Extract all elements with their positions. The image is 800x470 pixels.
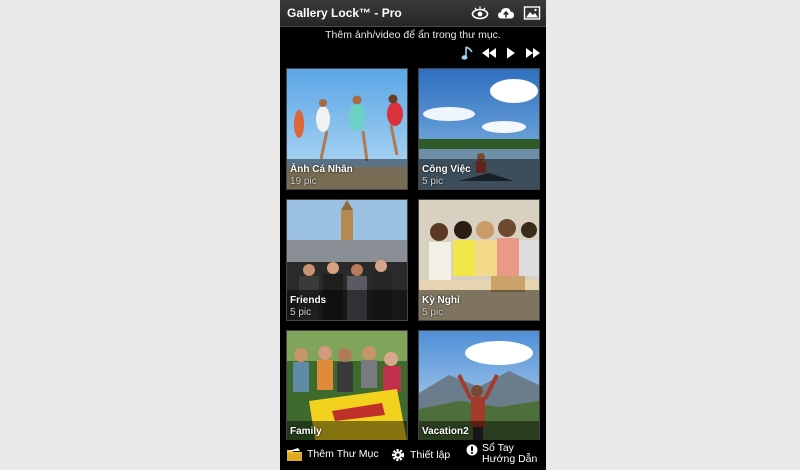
settings-button[interactable]: Thiết lập — [390, 447, 450, 463]
album-name: Family — [290, 426, 322, 437]
guide-label-line2: Hướng Dẫn — [482, 453, 538, 465]
album-tile[interactable]: Vacation2 — [418, 330, 540, 442]
cloud-upload-icon[interactable] — [497, 4, 515, 22]
album-tile[interactable]: Ảnh Cá Nhân 19 pic — [286, 68, 408, 190]
title-bar: Gallery Lock™ - Pro — [280, 0, 546, 27]
eye-icon[interactable] — [471, 4, 489, 22]
next-icon[interactable] — [525, 44, 541, 62]
bottom-bar: Thêm Thư Mục Thiết lập Sổ Tay Hướng Dẫn — [280, 440, 546, 470]
album-name: Công Việc — [422, 164, 471, 175]
add-folder-label: Thêm Thư Mục — [307, 448, 379, 460]
album-tile[interactable]: Kỳ Nghỉ 5 pic — [418, 199, 540, 321]
hint-text: Thêm ảnh/video để ẩn trong thư mục. — [325, 29, 501, 41]
previous-icon[interactable] — [481, 44, 497, 62]
play-icon[interactable] — [505, 44, 517, 62]
album-count: 5 pic — [422, 176, 444, 187]
album-tile[interactable]: Family — [286, 330, 408, 442]
image-icon[interactable] — [523, 4, 541, 22]
guide-button[interactable]: Sổ Tay Hướng Dẫn — [466, 443, 537, 465]
album-count: 5 pic — [422, 307, 444, 318]
album-grid: Ảnh Cá Nhân 19 pic Công Việc 5 pic Frien… — [280, 66, 546, 442]
album-tile[interactable]: Friends 5 pic — [286, 199, 408, 321]
gear-icon — [391, 448, 405, 462]
app-title: Gallery Lock™ - Pro — [287, 6, 402, 20]
album-count: 5 pic — [290, 307, 312, 318]
folder-icon — [287, 448, 302, 461]
info-icon — [466, 444, 478, 456]
settings-label: Thiết lập — [410, 448, 451, 461]
phone-screen: Gallery Lock™ - Pro Thêm ảnh/video để ẩn… — [280, 0, 546, 470]
album-name: Ảnh Cá Nhân — [290, 164, 353, 175]
album-tile[interactable]: Công Việc 5 pic — [418, 68, 540, 190]
album-count: 19 pic — [290, 176, 317, 187]
album-name: Vacation2 — [422, 426, 469, 437]
music-note-icon[interactable] — [461, 44, 475, 62]
add-folder-button[interactable]: Thêm Thư Mục — [286, 447, 379, 462]
album-name: Kỳ Nghỉ — [422, 295, 460, 306]
album-name: Friends — [290, 295, 327, 306]
